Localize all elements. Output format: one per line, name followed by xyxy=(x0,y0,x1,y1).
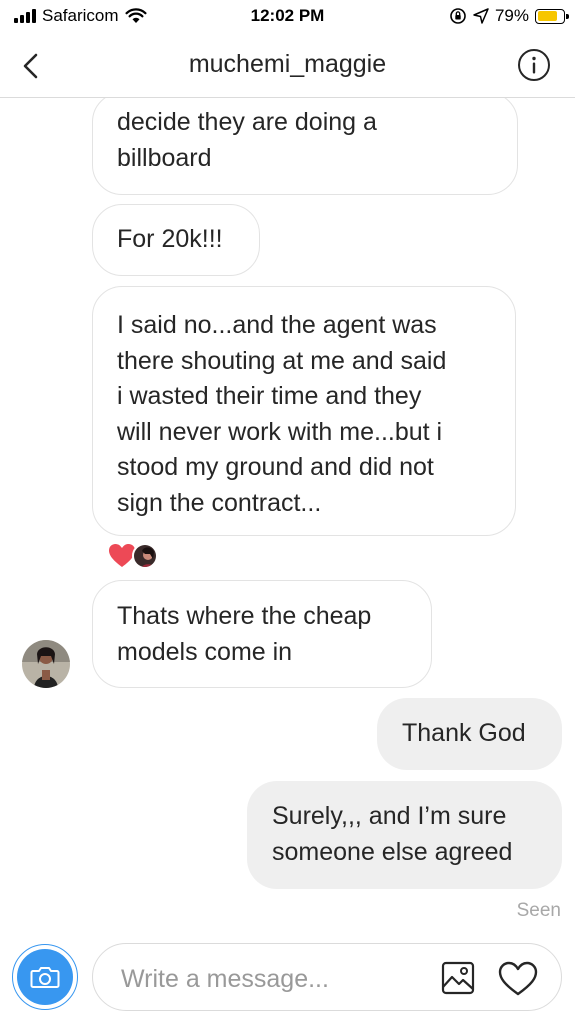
message-bubble-received[interactable]: For 20k!!! xyxy=(92,204,260,276)
camera-icon xyxy=(17,949,73,1005)
message-input-container xyxy=(92,943,562,1011)
message-line: there shouting at me and said xyxy=(117,346,447,375)
message-bubble-received[interactable]: Thats where the cheap models come in xyxy=(92,580,432,688)
message-line: will never work with me...but i xyxy=(117,417,443,446)
message-bubble-received[interactable]: decide they are doing a billboard xyxy=(92,92,518,195)
message-line: stood my ground and did not xyxy=(117,453,434,481)
chat-header: muchemi_maggie xyxy=(0,34,575,98)
camera-button[interactable] xyxy=(12,944,78,1010)
contact-avatar[interactable] xyxy=(22,640,70,688)
message-line: sign the contract... xyxy=(117,488,322,517)
message-line: models come in xyxy=(117,637,293,666)
message-bubble-received[interactable]: I said no...and the agent was there shou… xyxy=(92,286,516,536)
message-composer xyxy=(0,938,575,1024)
chat-title[interactable]: muchemi_maggie xyxy=(0,50,575,79)
message-bubble-sent[interactable]: Surely,,, and I’m sure someone else agre… xyxy=(247,781,562,889)
seen-label: Seen xyxy=(516,900,561,921)
heart-outline-icon[interactable] xyxy=(498,961,538,997)
reactor-avatar xyxy=(132,543,158,569)
message-thread: decide they are doing a billboard For 20… xyxy=(0,0,575,1024)
message-line: Thats where the cheap xyxy=(117,602,372,630)
message-input[interactable] xyxy=(121,964,421,994)
message-bubble-sent[interactable]: Thank God xyxy=(377,698,562,770)
message-line: Thank God xyxy=(402,719,526,747)
message-line: someone else agreed xyxy=(272,837,513,866)
message-line: I said no...and the agent was xyxy=(117,311,437,339)
message-line: i wasted their time and they xyxy=(117,382,422,410)
message-line: For 20k!!! xyxy=(117,225,223,253)
message-line: billboard xyxy=(117,143,212,172)
message-reactions[interactable] xyxy=(108,543,158,569)
info-icon[interactable] xyxy=(517,48,551,82)
message-line: decide they are doing a xyxy=(117,108,377,136)
gallery-icon[interactable] xyxy=(440,960,476,996)
message-line: Surely,,, and I’m sure xyxy=(272,802,507,830)
